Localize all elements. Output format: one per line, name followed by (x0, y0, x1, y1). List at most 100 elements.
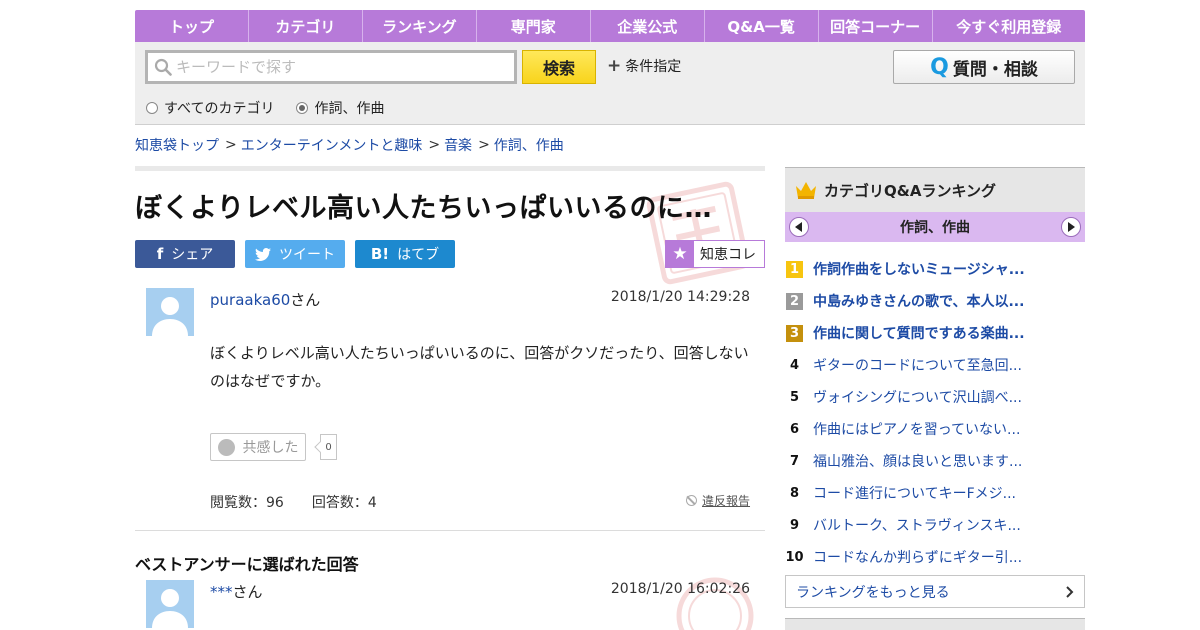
q-logo-icon: Q (930, 54, 949, 80)
facebook-icon: f (156, 245, 164, 263)
nav-qa-list[interactable]: Q&A一覧 (705, 10, 819, 42)
ranking-link[interactable]: コードなんか判らずにギター引... (813, 547, 1033, 567)
ranking-more-button[interactable]: ランキングをもっと見る (785, 575, 1085, 608)
breadcrumb-composition[interactable]: 作詞、作曲 (494, 135, 564, 155)
empathy-count: 0 (320, 434, 337, 460)
ranking-item[interactable]: 3 作曲に関して質問ですある楽曲... (785, 317, 1085, 349)
search-button[interactable]: 検索 (522, 50, 596, 84)
answerer-name: ***さん (210, 581, 263, 602)
nav-top[interactable]: トップ (135, 10, 249, 42)
breadcrumb-separator: > (225, 137, 237, 153)
breadcrumb-top[interactable]: 知恵袋トップ (135, 135, 219, 155)
default-user-icon (146, 288, 194, 336)
answer-date: 2018/1/20 16:02:26 (610, 581, 750, 597)
ranking-list: 1 作詞作曲をしないミュージシャ... 2 中島みゆきさんの歌で、本人以... 3作… (785, 253, 1085, 573)
questioner-avatar[interactable] (146, 288, 194, 336)
ranking-item[interactable]: 8 コード進行についてキーFメジ... (785, 477, 1085, 509)
ranking-link[interactable]: 作詞作曲をしないミュージシャ... (813, 259, 1033, 279)
chevron-right-icon (1068, 222, 1075, 232)
ranking-sidebar: カテゴリQ&Aランキング 作詞、作曲 1 作詞作曲をしないミュージシャ... 2中… (785, 167, 1085, 630)
ranking-item[interactable]: 7 福山雅治、顔は良いと思います... (785, 445, 1085, 477)
plus-icon: + (607, 56, 622, 76)
ranking-header: カテゴリQ&Aランキング (785, 167, 1085, 212)
category-scope: すべてのカテゴリ 作詞、作曲 (146, 98, 406, 118)
breadcrumb: 知恵袋トップ > エンターテインメントと趣味 > 音楽 > 作詞、作曲 (135, 135, 564, 155)
facebook-share-label: シェア (171, 247, 214, 263)
facebook-share-button[interactable]: f シェア (135, 240, 235, 268)
ranking-link[interactable]: コード進行についてキーFメジ... (813, 483, 1033, 503)
ranking-category-bar: 作詞、作曲 (785, 212, 1085, 242)
ranking-link[interactable]: 福山雅治、顔は良いと思います... (813, 451, 1033, 471)
report-label: 違反報告 (702, 494, 751, 508)
nav-answer-corner[interactable]: 回答コーナー (819, 10, 933, 42)
nav-ranking[interactable]: ランキング (363, 10, 477, 42)
ranking-link[interactable]: ギターのコードについて至急回... (813, 355, 1033, 375)
empathy-button[interactable]: 共感した (210, 433, 306, 461)
ranking-more-label: ランキングをもっと見る (796, 584, 950, 601)
answerer-link[interactable]: *** (210, 583, 233, 601)
ranking-item[interactable]: 10 コードなんか判らずにギター引... (785, 541, 1085, 573)
radio-current-category[interactable]: 作詞、作曲 (296, 98, 384, 118)
chevron-right-icon (1066, 585, 1074, 598)
ranking-item[interactable]: 5 ヴォイシングについて沢山調べ... (785, 381, 1085, 413)
ask-question-button[interactable]: Q 質問・相談 (893, 50, 1075, 84)
section-rule (135, 166, 765, 171)
rank-number: 9 (789, 517, 800, 533)
chiekore-label: 知恵コレ (700, 247, 756, 263)
nav-official[interactable]: 企業公式 (591, 10, 705, 42)
next-category-button[interactable] (1061, 217, 1081, 237)
next-sidebar-section (785, 618, 1085, 630)
question-stats: 閲覧数：96 回答数：4 (210, 492, 405, 512)
condition-label: 条件指定 (625, 59, 682, 75)
questioner-name: puraaka60さん (210, 289, 320, 310)
ranking-item[interactable]: 1 作詞作曲をしないミュージシャ... (785, 253, 1085, 285)
ranking-item[interactable]: 6 作曲にはピアノを習っていない... (785, 413, 1085, 445)
ranking-link[interactable]: ヴォイシングについて沢山調べ... (813, 387, 1033, 407)
rank-number: 2 (786, 292, 803, 310)
ranking-link[interactable]: 作曲に関して質問ですある楽曲... (813, 323, 1033, 343)
rank-number: 8 (789, 485, 800, 501)
prev-category-button[interactable] (789, 217, 809, 237)
rank-number: 10 (785, 549, 804, 565)
ask-question-label: 質問・相談 (952, 59, 1038, 80)
ranking-item[interactable]: 9 バルトーク、ストラヴィンスキ... (785, 509, 1085, 541)
chevron-left-icon (795, 222, 802, 232)
ranking-item[interactable]: 2 中島みゆきさんの歌で、本人以... (785, 285, 1085, 317)
breadcrumb-music[interactable]: 音楽 (444, 135, 472, 155)
crown-icon (796, 182, 816, 199)
global-nav: トップ カテゴリ ランキング 専門家 企業公式 Q&A一覧 回答コーナー 今すぐ… (135, 10, 1085, 42)
hatena-icon: B! (370, 245, 390, 263)
radio-off-icon (146, 102, 158, 114)
radio-on-icon (296, 102, 309, 114)
twitter-share-label: ツイート (279, 247, 335, 263)
search-box[interactable] (145, 50, 517, 84)
rank-number: 7 (789, 453, 800, 469)
view-count: 閲覧数：96 (210, 495, 284, 511)
chiekore-button[interactable]: ★ 知恵コレ (665, 240, 765, 268)
prohibited-icon (686, 495, 697, 506)
breadcrumb-separator: > (428, 137, 441, 153)
ranking-link[interactable]: バルトーク、ストラヴィンスキ... (813, 515, 1033, 535)
hatena-bookmark-button[interactable]: B! はてブ (355, 240, 455, 268)
ranking-link[interactable]: 中島みゆきさんの歌で、本人以... (813, 291, 1033, 311)
search-area: 検索 + 条件指定 Q 質問・相談 すべてのカテゴリ 作詞、作曲 (135, 42, 1085, 125)
condition-toggle[interactable]: + 条件指定 (607, 56, 681, 76)
search-input[interactable] (176, 58, 496, 76)
breadcrumb-separator: > (478, 137, 490, 153)
breadcrumb-entertainment[interactable]: エンターテインメントと趣味 (241, 135, 423, 155)
radio-all-categories[interactable]: すべてのカテゴリ (146, 98, 274, 118)
nav-register[interactable]: 今すぐ利用登録 (933, 10, 1085, 42)
questioner-suffix: さん (290, 291, 321, 309)
ranking-link[interactable]: 作曲にはピアノを習っていない... (813, 419, 1033, 439)
report-link[interactable]: 違反報告 (686, 492, 750, 509)
twitter-share-button[interactable]: ツイート (245, 240, 345, 268)
questioner-link[interactable]: puraaka60 (210, 291, 290, 309)
question-title: ぼくよりレベル高い人たちいっぱいいるのに… (135, 193, 712, 224)
answerer-avatar[interactable] (146, 580, 194, 628)
question-date: 2018/1/20 14:29:28 (610, 289, 750, 305)
nav-category[interactable]: カテゴリ (249, 10, 363, 42)
ranking-item[interactable]: 4 ギターのコードについて至急回... (785, 349, 1085, 381)
empathy-label: 共感した (242, 440, 299, 456)
best-answer-heading: ベストアンサーに選ばれた回答 (135, 555, 359, 574)
nav-experts[interactable]: 専門家 (477, 10, 591, 42)
